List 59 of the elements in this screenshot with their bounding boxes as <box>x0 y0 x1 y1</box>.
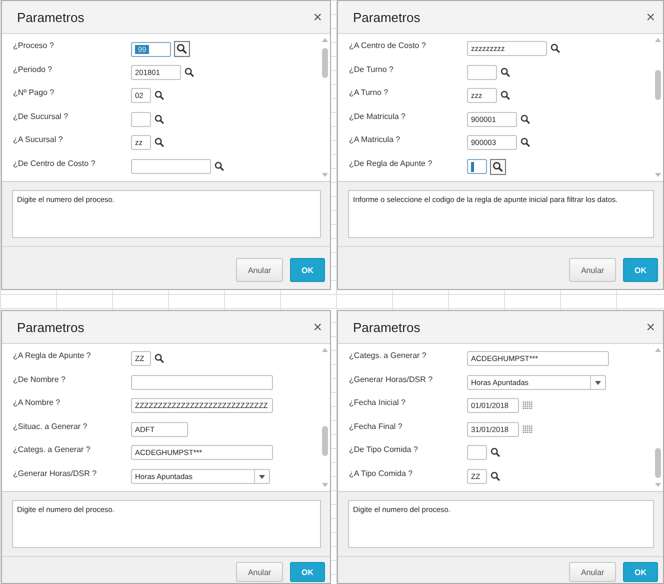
field-label: ¿Proceso ? <box>13 40 55 50</box>
close-button[interactable]: × <box>646 318 655 336</box>
field-label: ¿Fecha Final ? <box>349 420 404 430</box>
field-label: ¿A Centro de Costo ? <box>349 40 427 50</box>
search-icon[interactable] <box>154 137 165 148</box>
close-button[interactable]: × <box>646 8 655 26</box>
field-label: ¿Generar Horas/DSR ? <box>349 374 434 384</box>
input-field[interactable] <box>131 374 273 390</box>
input-field[interactable] <box>467 445 487 460</box>
dialog-title: Parametros <box>17 10 84 24</box>
search-icon[interactable] <box>490 470 501 482</box>
field-label: ¿A Matricula ? <box>349 134 402 144</box>
input-field[interactable] <box>467 159 487 174</box>
search-icon[interactable] <box>174 41 190 57</box>
search-icon[interactable] <box>184 66 195 78</box>
cancel-button[interactable]: Anular <box>569 258 616 282</box>
search-icon[interactable] <box>490 447 501 458</box>
search-icon[interactable] <box>520 114 531 124</box>
close-button[interactable]: × <box>313 318 322 336</box>
field-label: ¿De Nombre ? <box>13 374 66 384</box>
field-label: ¿A Regla de Apunte ? <box>13 350 92 360</box>
field-label: ¿Nº Pago ? <box>13 87 56 97</box>
dialog-title: Parametros <box>353 10 420 24</box>
field-label: ¿Categs. a Generar ? <box>349 350 428 360</box>
field-label: ¿A Turno ? <box>349 87 390 97</box>
field-label: ¿De Regla de Apunte ? <box>349 158 434 168</box>
field-label: ¿Periodo ? <box>13 64 54 74</box>
field-label: ¿A Nombre ? <box>13 397 62 407</box>
input-field[interactable] <box>467 64 497 80</box>
dialog-title: Parametros <box>17 320 84 334</box>
search-icon[interactable] <box>520 137 531 148</box>
field-label: ¿De Tipo Comida ? <box>349 444 419 454</box>
field-label: ¿De Centro de Costo ? <box>13 158 96 168</box>
cancel-button[interactable]: Anular <box>236 562 283 582</box>
input-field[interactable] <box>131 112 151 126</box>
close-button[interactable]: × <box>313 8 322 26</box>
input-field[interactable] <box>131 158 211 174</box>
dialog-title: Parametros <box>353 320 420 334</box>
search-icon[interactable] <box>500 66 511 78</box>
calendar-icon[interactable] <box>522 400 533 411</box>
search-icon[interactable] <box>154 353 165 364</box>
field-label: ¿Categs. a Generar ? <box>13 444 92 454</box>
field-label: ¿Fecha Inicial ? <box>349 397 406 407</box>
field-label: ¿A Sucursal ? <box>13 134 64 144</box>
search-icon[interactable] <box>500 90 511 101</box>
field-label: ¿Generar Horas/DSR ? <box>13 468 98 478</box>
search-icon[interactable] <box>214 160 225 172</box>
search-icon[interactable] <box>154 114 165 124</box>
search-icon[interactable] <box>490 158 506 174</box>
cancel-button[interactable]: Anular <box>236 258 283 282</box>
field-label: ¿De Matricula ? <box>349 110 406 120</box>
field-label: ¿De Sucursal ? <box>13 110 70 120</box>
search-icon[interactable] <box>154 90 165 101</box>
field-label: ¿Situac. a Generar ? <box>13 420 88 430</box>
search-icon[interactable] <box>550 43 561 54</box>
field-label: ¿A Tipo Comida ? <box>349 468 414 478</box>
calendar-icon[interactable] <box>522 424 533 434</box>
field-label: ¿De Turno ? <box>349 64 394 74</box>
cancel-button[interactable]: Anular <box>569 562 616 582</box>
